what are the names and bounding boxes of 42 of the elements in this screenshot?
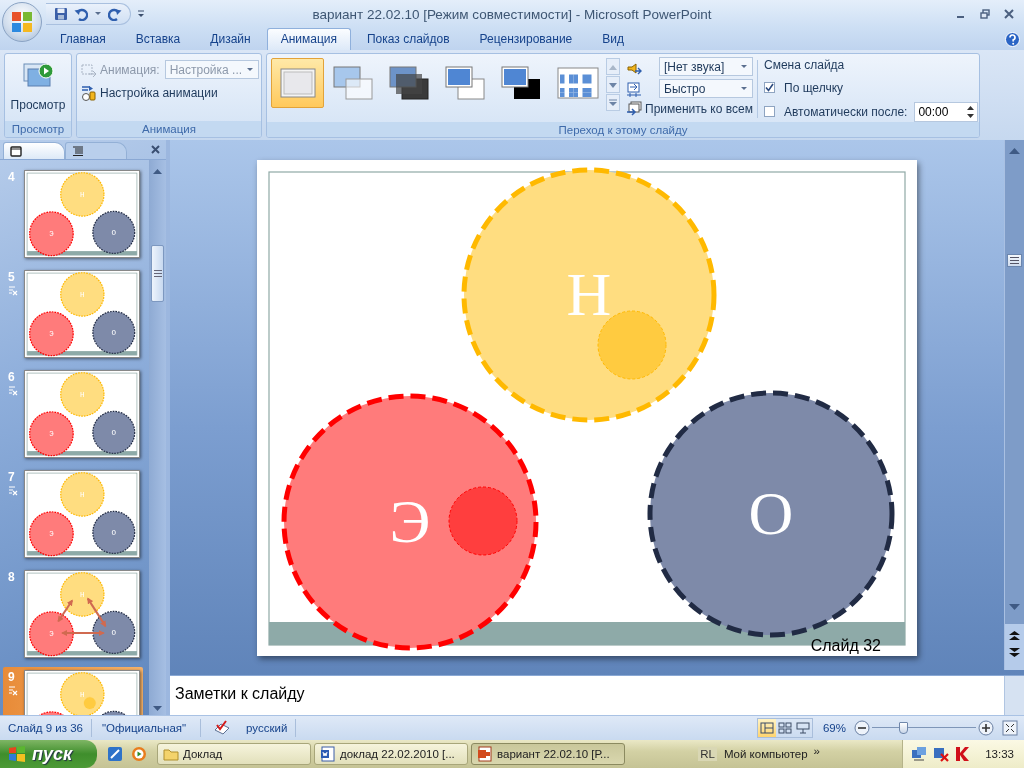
ribbon-tab[interactable]: Вид	[588, 28, 638, 50]
ribbon-tab[interactable]: Вставка	[121, 28, 195, 50]
circle-label: О	[748, 479, 794, 547]
clock: 13:33	[985, 748, 1014, 760]
taskbar-button[interactable]: вариант 22.02.10 [Р...	[471, 743, 625, 765]
slide-number: 9	[8, 670, 15, 684]
window-title: вариант 22.02.10 [Режим совместимости] - Microsoft PowerPoint	[311, 6, 713, 22]
apply-all-button[interactable]: Применить ко всем	[626, 101, 753, 117]
toolbar-label[interactable]: Мой компьютер	[723, 748, 808, 760]
taskbar-button[interactable]: Доклад	[157, 743, 311, 765]
ribbon-tab[interactable]: Рецензирование	[465, 28, 587, 50]
time-field[interactable]: 00:00	[914, 101, 979, 122]
taskbar-button[interactable]: доклад 22.02.2010 [...	[314, 743, 468, 765]
ribbon-tab[interactable]: Главная	[46, 28, 120, 50]
language-indicator[interactable]: RL	[698, 747, 717, 761]
group-label: Анимация	[77, 121, 261, 137]
zoom-level[interactable]: 69%	[822, 722, 846, 734]
ribbon-tab[interactable]: Анимация	[266, 28, 351, 50]
theme-name: "Официальная"	[102, 722, 187, 734]
checkbox-label: Автоматически после:	[784, 104, 908, 119]
group-label: Переход к этому слайду	[267, 122, 979, 137]
circle-label: Н	[566, 260, 612, 328]
slide-number: 8	[8, 570, 15, 584]
slide-number: 5	[8, 270, 15, 284]
field-label: Анимация:	[100, 62, 160, 77]
slide-footer: Слайд 32	[810, 637, 881, 654]
sound-dropdown[interactable]: [Нет звука]	[659, 57, 753, 76]
circle-label: Э	[389, 487, 431, 555]
preview-button[interactable]: Просмотр	[8, 58, 68, 121]
start-button[interactable]: пуск	[0, 740, 97, 768]
speed-dropdown[interactable]: Быстро	[659, 79, 753, 98]
ribbon-tab[interactable]: Дизайн	[196, 28, 265, 50]
checkbox-label: По щелчку	[784, 80, 844, 95]
language-label[interactable]: русский	[246, 722, 288, 734]
slide-counter: Слайд 9 из 36	[8, 722, 83, 734]
ribbon-tab[interactable]: Показ слайдов	[353, 28, 464, 50]
section-title: Смена слайда	[764, 57, 846, 74]
slide-number: 7	[8, 470, 15, 484]
slide-number: 4	[8, 170, 15, 184]
slide-number: 6	[8, 370, 15, 384]
more-button[interactable]: »	[813, 745, 820, 757]
group-label: Просмотр	[5, 121, 71, 137]
